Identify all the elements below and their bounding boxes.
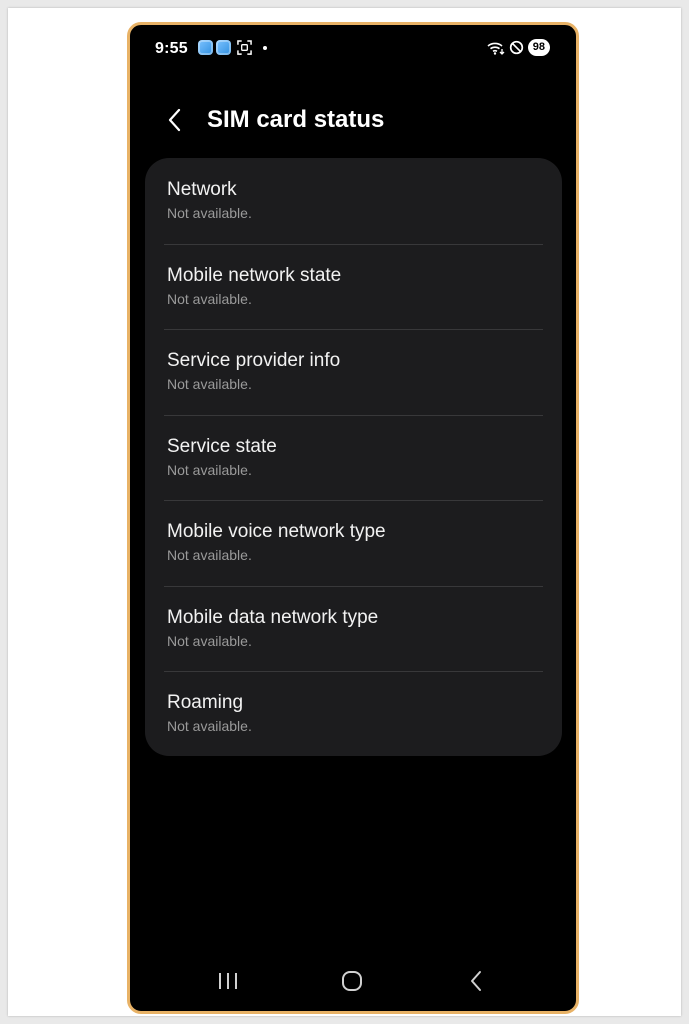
item-title: Mobile voice network type [167, 521, 386, 542]
recents-button[interactable] [208, 961, 248, 1001]
item-title: Network [167, 179, 237, 200]
list-item-network[interactable]: Network Not available. [145, 158, 562, 244]
list-item-service-state[interactable]: Service state Not available. [145, 414, 562, 501]
more-notifications-dot-icon [263, 45, 267, 50]
item-value: Not available. [167, 632, 252, 649]
nav-back-button[interactable] [456, 961, 496, 1001]
item-value: Not available. [167, 718, 252, 734]
item-title: Mobile data network type [167, 606, 379, 628]
list-item-roaming[interactable]: Roaming Not available. [145, 671, 562, 756]
list-item-mobile-network-state[interactable]: Mobile network state Not available. [145, 243, 562, 330]
item-value: Not available. [167, 547, 252, 563]
chevron-left-icon [168, 108, 181, 132]
navigation-bar [130, 951, 576, 1011]
wifi-icon [487, 42, 505, 55]
item-title: Service provider info [167, 350, 341, 371]
item-title: Roaming [167, 692, 244, 713]
app-notification-icon [198, 40, 213, 55]
item-title: Service state [167, 435, 277, 457]
back-icon [471, 971, 481, 991]
item-value: Not available. [167, 290, 252, 307]
item-title: Mobile network state [167, 264, 342, 286]
list-item-mobile-voice-network-type[interactable]: Mobile voice network type Not available. [145, 500, 562, 586]
app-header: SIM card status [130, 101, 576, 141]
screenshot-icon [237, 40, 252, 55]
page-title: SIM card status [207, 106, 385, 133]
recents-icon [219, 973, 237, 989]
notification-icons [198, 40, 267, 55]
item-value: Not available. [167, 205, 252, 221]
back-button[interactable] [160, 105, 190, 135]
item-value: Not available. [167, 461, 252, 478]
battery-icon: 98 [527, 39, 550, 56]
status-time: 9:55 [155, 40, 188, 57]
phone-screen: 9:55 98 SIM card status Network Not avai… [127, 22, 579, 1014]
home-icon [342, 971, 362, 991]
system-icons: 98 [487, 39, 550, 56]
screenshot-page: 9:55 98 SIM card status Network Not avai… [8, 8, 681, 1016]
app-notification-icon [216, 40, 231, 55]
sim-status-list: Network Not available. Mobile network st… [145, 158, 562, 756]
list-item-mobile-data-network-type[interactable]: Mobile data network type Not available. [145, 585, 562, 672]
do-not-disturb-icon [509, 40, 523, 55]
list-item-service-provider-info[interactable]: Service provider info Not available. [145, 329, 562, 415]
home-button[interactable] [332, 961, 372, 1001]
status-bar: 9:55 98 [130, 25, 576, 73]
item-value: Not available. [167, 376, 252, 392]
